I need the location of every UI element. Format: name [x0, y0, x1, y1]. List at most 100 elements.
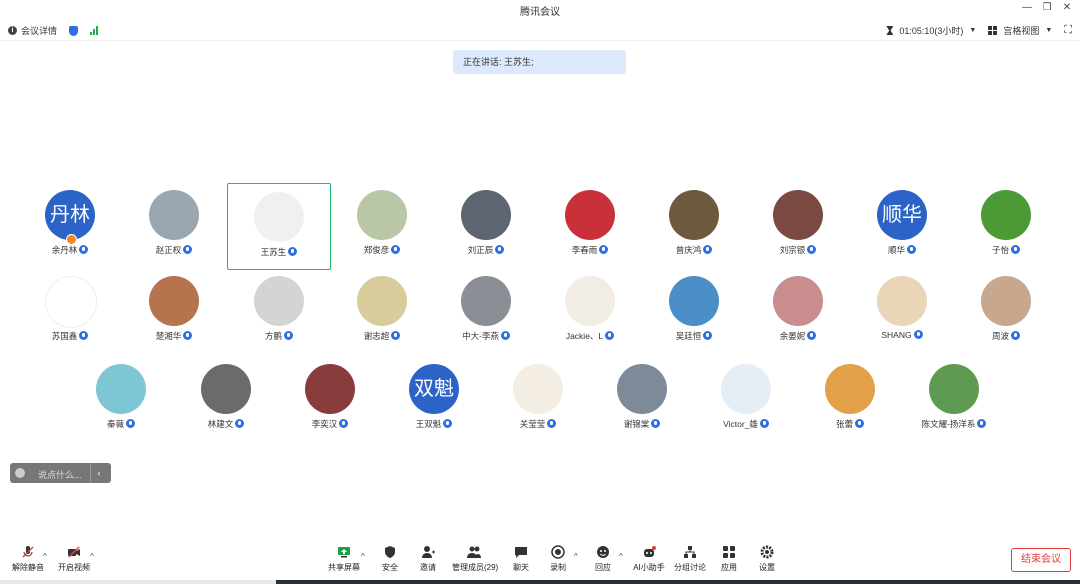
participant-name-text: 李春雨 — [571, 245, 598, 255]
minimize-icon[interactable]: — — [1020, 2, 1034, 13]
fullscreen-icon[interactable]: ⛶ — [1064, 24, 1072, 37]
mic-icon — [500, 331, 510, 340]
participant-tile[interactable]: 苏国鑫 — [40, 268, 100, 348]
participant-tile[interactable]: 刘正辰 — [456, 182, 516, 262]
participant-tile[interactable]: 林建文 — [196, 356, 256, 436]
participant-tile[interactable]: 曾庆鸿 — [664, 182, 724, 262]
grid-view-icon[interactable] — [988, 26, 998, 35]
collapse-chat-button[interactable]: ‹ — [90, 463, 107, 483]
avatar — [461, 190, 511, 240]
participant-name-text: 苏国鑫 — [51, 331, 78, 341]
end-meeting-button[interactable]: 结束会议 — [1011, 548, 1071, 572]
meeting-timer: 01:05:10(3小时) — [899, 26, 964, 36]
chat-input[interactable]: 说点什么... ‹ — [10, 463, 111, 483]
emoji-icon[interactable] — [15, 468, 25, 478]
chevron-down-icon[interactable]: ▼ — [1045, 27, 1052, 34]
avatar — [565, 190, 615, 240]
participant-name-text: 余丹林 — [51, 245, 78, 255]
participant-tile[interactable]: 周波 — [976, 268, 1036, 348]
invite-button[interactable]: 邀请 — [408, 545, 448, 577]
participant-tile[interactable]: 赵正权 — [144, 182, 204, 262]
record-button[interactable]: 录制 — [538, 545, 578, 577]
participant-name-text: 关莹莹 — [519, 419, 546, 429]
avatar — [773, 276, 823, 326]
avatar — [825, 364, 875, 414]
participant-name-text: 林建文 — [207, 419, 234, 429]
chevron-up-icon[interactable]: ^ — [574, 552, 578, 561]
mic-icon — [703, 331, 713, 340]
share-screen-label: 共享屏幕 — [328, 563, 360, 572]
participant-tile[interactable]: 子怡 — [976, 182, 1036, 262]
breakout-button[interactable]: 分组讨论 — [670, 545, 710, 577]
participant-tile[interactable]: SHANG — [872, 268, 932, 348]
participant-tile[interactable]: 李奕汉 — [300, 356, 360, 436]
participant-name: 周波 — [956, 330, 1056, 342]
info-icon[interactable]: i — [8, 26, 17, 35]
view-mode-button[interactable]: 宫格视图 — [1003, 24, 1039, 37]
chevron-up-icon[interactable]: ^ — [43, 552, 47, 561]
share-screen-button[interactable]: 共享屏幕 — [324, 545, 364, 577]
participant-tile[interactable]: Victor_雄 — [716, 356, 776, 436]
participant-tile[interactable]: 顺华 顺华 — [872, 182, 932, 262]
participant-tile[interactable]: 谢志超 — [352, 268, 412, 348]
react-button[interactable]: 回应 — [583, 545, 623, 577]
horizontal-scrollbar[interactable] — [0, 580, 1080, 584]
participant-tile[interactable]: 张蕾 — [820, 356, 880, 436]
participant-tile[interactable]: 丹林 余丹林 — [40, 182, 100, 262]
participant-tile[interactable]: 刘宗银 — [768, 182, 828, 262]
meeting-details-link[interactable]: 会议详情 — [21, 24, 57, 37]
participant-name: 吴廷恒 — [644, 330, 744, 342]
participant-tile[interactable]: 双魁王双魁 — [404, 356, 464, 436]
apps-label: 应用 — [721, 563, 737, 572]
mic-icon — [443, 419, 453, 428]
participant-tile[interactable]: 谢锦棠 — [612, 356, 672, 436]
chevron-up-icon[interactable]: ^ — [619, 552, 623, 561]
participant-tile[interactable]: 方鹏 — [249, 268, 309, 348]
restore-icon[interactable]: ❐ — [1040, 2, 1054, 13]
participant-tile[interactable]: 楚湘华 — [144, 268, 204, 348]
manage-members-label: 管理成员(29) — [452, 563, 499, 572]
participant-name-text: 王双魁 — [415, 419, 442, 429]
chevron-up-icon[interactable]: ^ — [361, 552, 365, 561]
unmute-button[interactable]: 解除静音 — [8, 545, 48, 577]
apps-icon — [723, 546, 735, 558]
start-video-button[interactable]: 开启视频 — [54, 545, 94, 577]
chevron-down-icon[interactable]: ▼ — [969, 27, 976, 34]
apps-button[interactable]: 应用 — [709, 545, 749, 577]
shield-icon[interactable] — [69, 25, 79, 36]
avatar — [669, 276, 719, 326]
chat-button[interactable]: 聊天 — [501, 545, 541, 577]
scrollbar-thumb[interactable] — [276, 580, 1080, 584]
participant-name: 关莹莹 — [488, 418, 588, 430]
manage-members-button[interactable]: 管理成员(29) — [452, 545, 499, 577]
avatar — [357, 190, 407, 240]
participant-tile[interactable]: 陈文耀-扬洋系 — [922, 356, 987, 436]
chat-icon — [515, 547, 527, 558]
hourglass-icon — [886, 26, 894, 35]
settings-button[interactable]: 设置 — [747, 545, 787, 577]
security-button[interactable]: 安全 — [370, 545, 410, 577]
ai-assistant-button[interactable]: AI小助手 — [629, 545, 669, 577]
participant-tile[interactable]: 余晏妮 — [768, 268, 828, 348]
avatar — [981, 276, 1031, 326]
avatar — [254, 192, 304, 242]
avatar: 双魁 — [409, 364, 459, 414]
participant-tile-active-speaker[interactable]: 王苏生 — [227, 183, 331, 270]
chevron-up-icon[interactable]: ^ — [90, 552, 94, 561]
participant-tile[interactable]: Jackie、L — [560, 268, 620, 348]
signal-icon[interactable] — [90, 26, 99, 35]
participant-tile[interactable]: 秦薇 — [91, 356, 151, 436]
participant-name-text: 子怡 — [991, 245, 1009, 255]
participant-tile[interactable]: 郑俊彦 — [352, 182, 412, 262]
mic-icon — [1011, 331, 1020, 340]
participant-tile[interactable]: 中大-李燕 — [456, 268, 516, 348]
participant-name-text: 顺华 — [887, 245, 905, 255]
participant-name-text: 郑俊彦 — [363, 245, 390, 255]
mic-icon — [79, 331, 89, 340]
participant-name: 子怡 — [956, 244, 1056, 256]
participant-tile[interactable]: 吴廷恒 — [664, 268, 724, 348]
participant-tile[interactable]: 李春雨 — [560, 182, 620, 262]
participant-tile[interactable]: 关莹莹 — [508, 356, 568, 436]
close-icon[interactable]: ✕ — [1060, 2, 1074, 13]
mic-icon — [288, 247, 298, 256]
